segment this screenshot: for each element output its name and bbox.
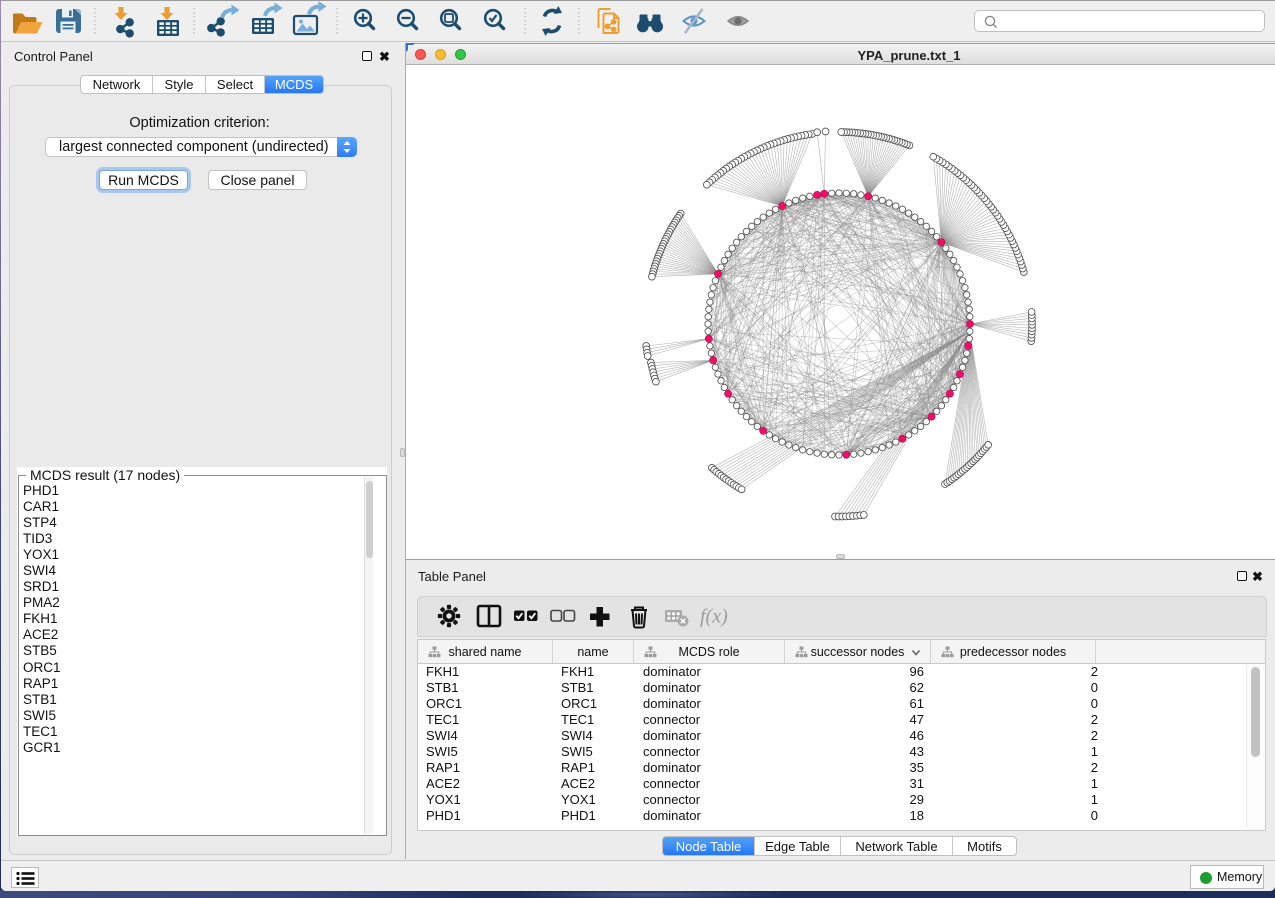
svg-text:f(x): f(x) (700, 606, 728, 628)
